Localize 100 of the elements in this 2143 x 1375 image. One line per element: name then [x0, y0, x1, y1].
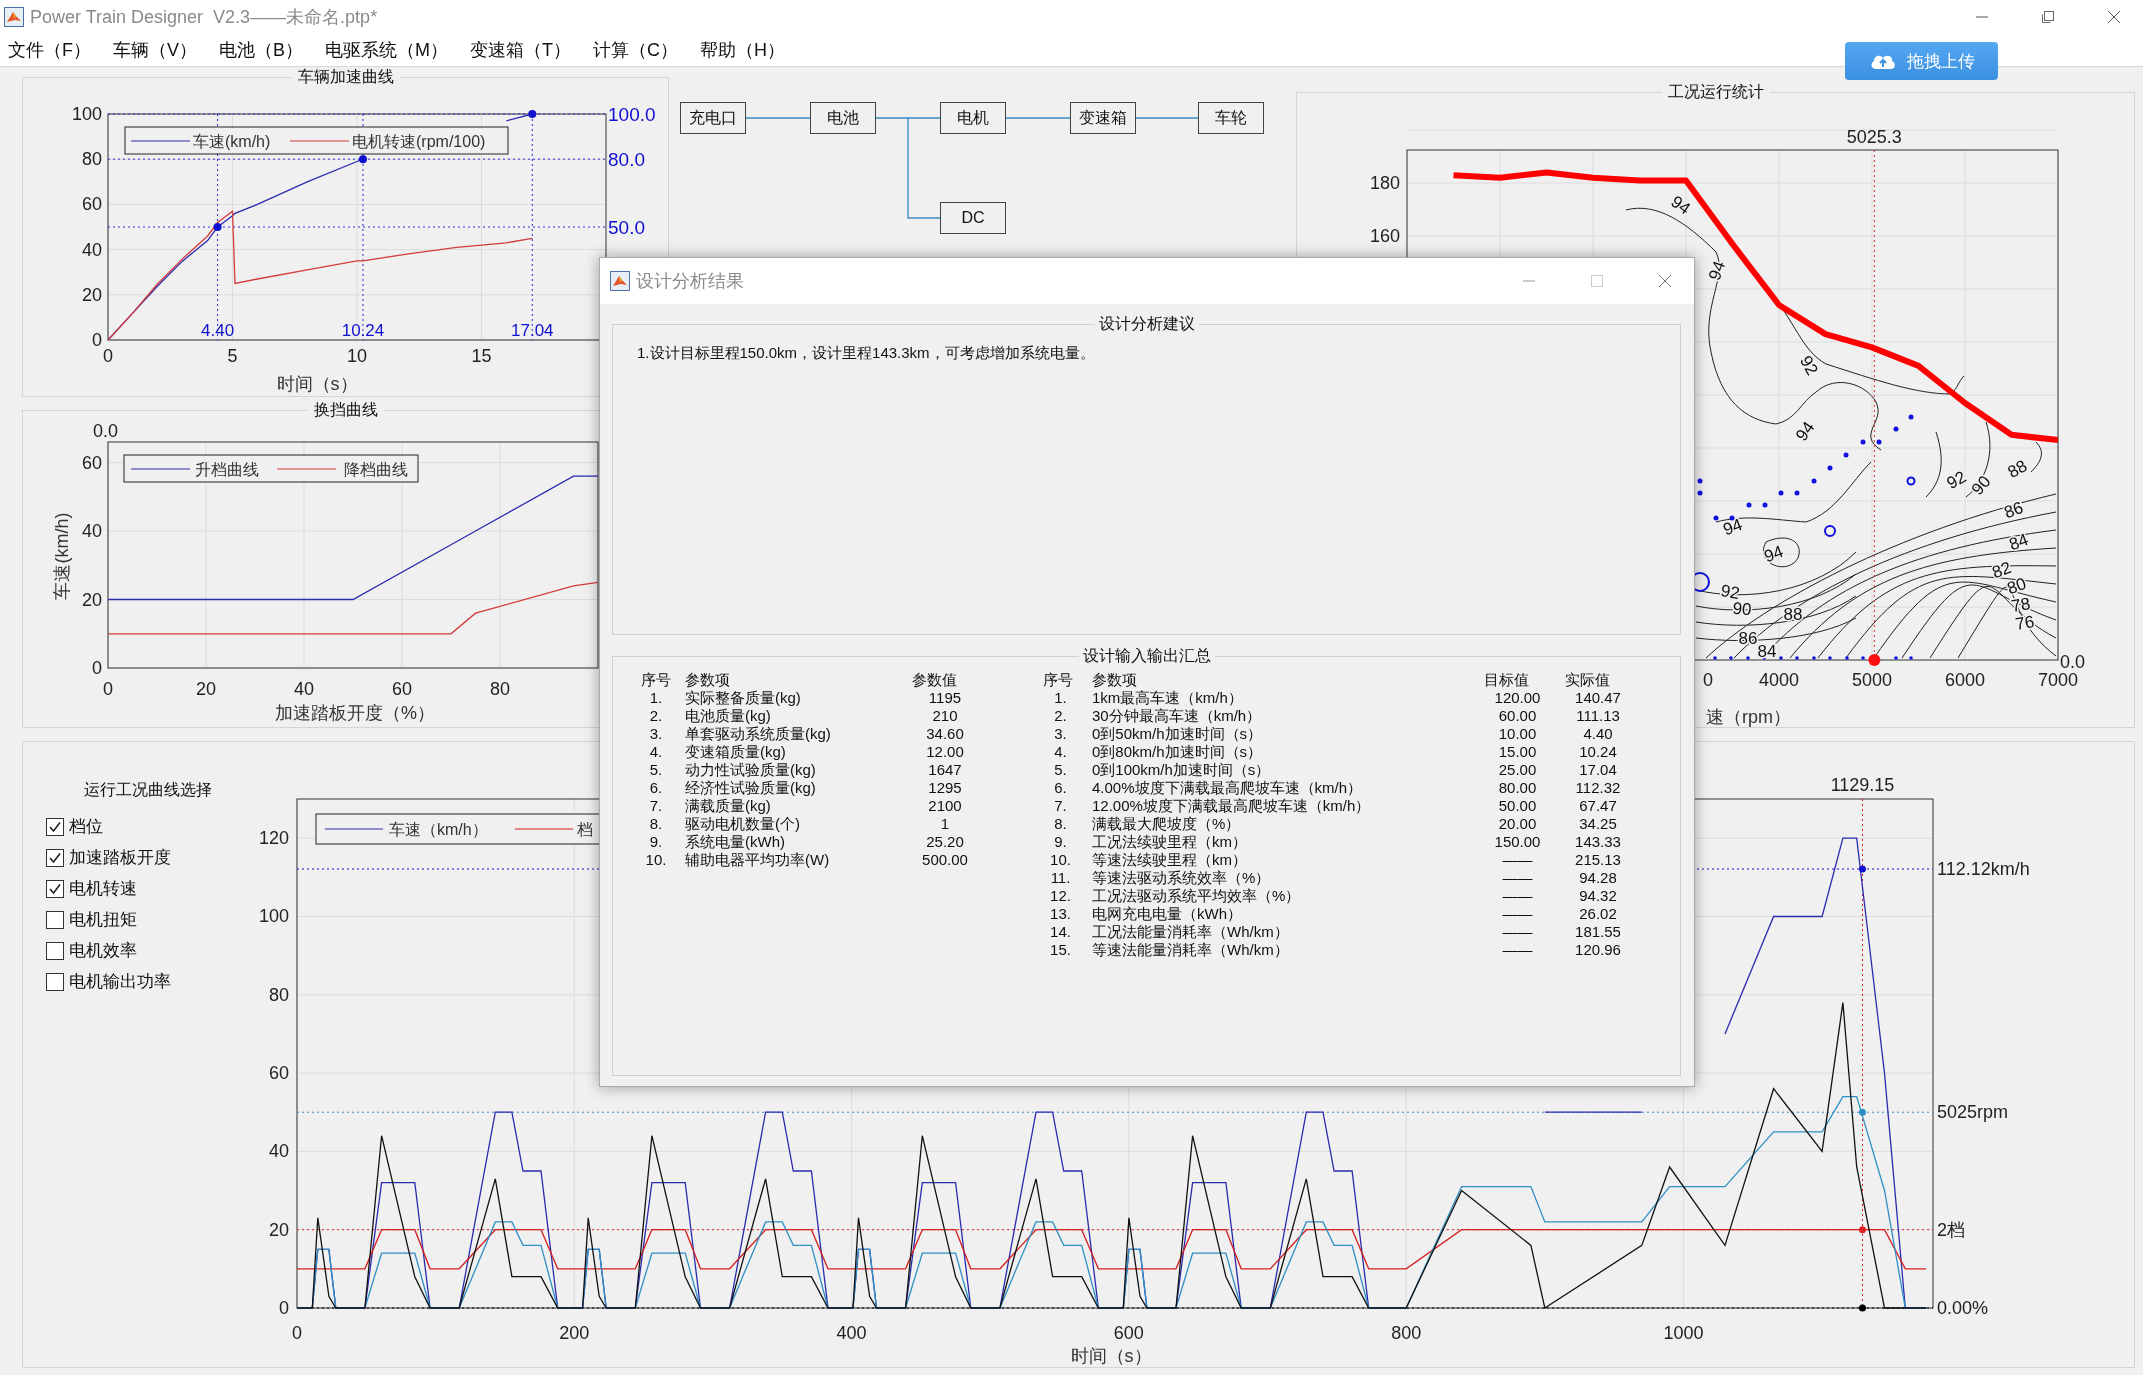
table-cell-text: 1195 — [927, 689, 963, 707]
group-title: 设计输入输出汇总 — [1078, 647, 1215, 665]
table-cell-text: 500.00 — [921, 851, 969, 869]
diagram-node[interactable]: 充电口 — [680, 102, 746, 134]
column-header: 目标值 — [1484, 671, 1530, 689]
contour-label: 90 — [1967, 472, 1995, 499]
reference-label: 2档 — [1937, 1219, 1965, 1240]
tick-label: 0 — [103, 346, 113, 366]
diagram-node[interactable]: DC — [940, 202, 1006, 234]
data-point — [1859, 865, 1866, 873]
tick-label: 0 — [292, 1323, 302, 1343]
tick-label: 800 — [1391, 1323, 1422, 1343]
reference-label: 5025rpm — [1937, 1102, 2009, 1123]
column-header: 参数项 — [685, 671, 731, 689]
tick-label: 20 — [268, 1219, 289, 1240]
tick-label: 20 — [196, 679, 216, 699]
menu-item[interactable]: 电池（B） — [219, 37, 304, 62]
group-title: 设计分析建议 — [1094, 315, 1199, 333]
table-cell-text: 满载质量(kg) — [685, 797, 772, 815]
checkbox[interactable] — [46, 848, 64, 867]
column-header: 参数项 — [1092, 671, 1138, 689]
axis-title: 加速踏板开度（%） — [275, 703, 435, 723]
legend-label: 档 — [577, 821, 593, 838]
menu-item[interactable]: 计算（C） — [593, 37, 679, 62]
checkbox[interactable] — [46, 817, 64, 836]
table-cell-text: 15.00 — [1497, 743, 1538, 761]
tick-label: 6000 — [1945, 670, 1985, 690]
app-logo-icon — [610, 271, 630, 291]
table-cell-text: 电池质量(kg) — [685, 707, 772, 725]
diagram-node[interactable]: 变速箱 — [1070, 102, 1136, 134]
table-cell-text: 15. — [1049, 941, 1072, 959]
table-cell-text: 30分钟最高车速（km/h） — [1092, 707, 1263, 725]
tick-label: 0 — [92, 330, 102, 350]
contour-label: 84 — [2006, 529, 2031, 555]
tick-label: 60 — [81, 452, 102, 473]
tick-label: 600 — [1113, 1323, 1144, 1343]
menu-item[interactable]: 车辆（V） — [113, 37, 197, 62]
app-logo-icon — [4, 6, 24, 27]
connector-line — [745, 117, 811, 119]
tick-label: 20 — [81, 284, 102, 305]
tick-label: 80 — [490, 679, 510, 699]
data-point — [528, 110, 537, 118]
table-cell-text: 13. — [1049, 905, 1072, 923]
axis-title: 时间（s） — [1070, 1346, 1152, 1366]
table-cell-text: 1 — [939, 815, 951, 833]
legend-label: 电机转速(rpm/100) — [352, 133, 486, 150]
close-icon[interactable] — [2107, 9, 2121, 24]
contour-label: 86 — [2001, 497, 2026, 523]
table-cell-text: 94.32 — [1578, 887, 1618, 905]
tick-label: 180 — [1369, 173, 1400, 194]
table-cell-text: 工况法能量消耗率（Wh/km） — [1092, 923, 1290, 941]
menu-item[interactable]: 帮助（H） — [700, 37, 786, 62]
table-cell-text: 等速法能量消耗率（Wh/km） — [1092, 941, 1290, 959]
table-cell-text: 215.13 — [1574, 851, 1622, 869]
table-cell-text: 系统电量(kWh) — [685, 833, 786, 851]
reference-label: 10.24 — [341, 321, 385, 340]
checkbox[interactable] — [46, 941, 64, 960]
reference-label: 5025.3 — [1846, 127, 1902, 147]
table-cell-text: 140.47 — [1574, 689, 1622, 707]
table-cell-text: 34.60 — [925, 725, 965, 743]
menu-item[interactable]: 变速箱（T） — [470, 37, 572, 62]
tick-label: 40 — [294, 679, 314, 699]
table-cell-text: 25.20 — [925, 833, 965, 851]
table-cell-text: 10. — [1049, 851, 1072, 869]
tick-label: 400 — [836, 1323, 867, 1343]
table-cell-text: 2100 — [927, 797, 963, 815]
checkbox-label: 电机效率 — [69, 940, 137, 962]
reference-label: 1129.15 — [1830, 775, 1895, 795]
maximize-icon[interactable] — [2041, 9, 2055, 24]
connector-line — [1135, 117, 1199, 119]
axis-title: 时间（s） — [276, 374, 358, 394]
table-cell-text: 4. — [648, 743, 664, 761]
column-header: 参数值 — [912, 671, 958, 689]
diagram-node[interactable]: 电池 — [810, 102, 876, 134]
table-cell-text: 4. — [1053, 743, 1068, 761]
table-cell-text: 5. — [1053, 761, 1068, 779]
table-cell-text: 2. — [1053, 707, 1068, 725]
tick-label: 15 — [471, 346, 492, 366]
legend-label: 降档曲线 — [344, 461, 408, 478]
advice-text: 1.设计目标里程150.0km，设计里程143.3km，可考虑增加系统电量。 — [636, 343, 1096, 363]
diagram-node[interactable]: 电机 — [940, 102, 1006, 134]
checkbox[interactable] — [46, 910, 64, 929]
tick-label: 4000 — [1759, 670, 1799, 690]
menu-item[interactable]: 文件（F） — [8, 37, 91, 62]
table-cell-text: 等速法驱动系统效率（%） — [1092, 869, 1272, 887]
checkbox[interactable] — [46, 972, 64, 991]
reference-label: 80.0 — [608, 149, 645, 171]
tick-label: 40 — [81, 239, 102, 260]
cursor-point — [1868, 654, 1881, 666]
checkbox[interactable] — [46, 879, 64, 898]
table-cell-text: 1. — [648, 689, 664, 707]
tick-label: 160 — [1369, 226, 1400, 247]
menu-item[interactable]: 电驱系统（M） — [325, 37, 449, 62]
contour-label: 94 — [1704, 258, 1730, 283]
table-cell-text: —— — [1501, 887, 1534, 905]
table-cell-text: 6. — [648, 779, 664, 797]
legend-label: 车速(km/h) — [193, 133, 271, 150]
table-cell-text: 2. — [648, 707, 664, 725]
contour-label: 94 — [1720, 514, 1745, 540]
diagram-node[interactable]: 车轮 — [1198, 102, 1264, 134]
